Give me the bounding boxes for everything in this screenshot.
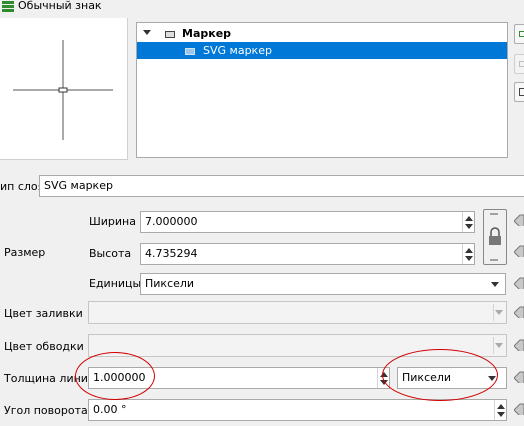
remove-icon bbox=[519, 61, 524, 67]
marker-preview-icon bbox=[13, 40, 113, 140]
symbol-layer-tree[interactable]: Маркер SVG маркер bbox=[136, 22, 508, 158]
lock-aspect-ratio-button[interactable] bbox=[483, 209, 507, 265]
width-label: Ширина bbox=[89, 215, 136, 228]
layer-type-label: ип слоя bbox=[0, 180, 45, 193]
width-spinbox[interactable]: 7.000000 bbox=[140, 211, 475, 233]
data-defined-override-icon[interactable] bbox=[513, 339, 524, 354]
tree-item-marker[interactable]: Маркер bbox=[137, 25, 507, 42]
window-titlebar: Обычный знак bbox=[0, 0, 524, 14]
width-value: 7.000000 bbox=[145, 215, 198, 228]
lock-layer-button[interactable] bbox=[514, 82, 524, 102]
chevron-down-icon bbox=[495, 343, 503, 348]
stroke-color-label: Цвет обводки bbox=[4, 340, 84, 353]
tree-item-label: Маркер bbox=[182, 27, 232, 40]
data-defined-override-icon[interactable] bbox=[513, 306, 524, 321]
fill-color-button[interactable] bbox=[88, 301, 507, 324]
annotation-ellipse bbox=[75, 352, 155, 400]
data-defined-override-icon[interactable] bbox=[513, 277, 524, 292]
marker-layer-icon bbox=[165, 31, 175, 38]
layer-type-value: SVG маркер bbox=[44, 179, 113, 192]
annotation-ellipse bbox=[382, 349, 498, 401]
units-value: Пиксели bbox=[145, 277, 195, 290]
height-label: Высота bbox=[89, 247, 132, 260]
lock-icon bbox=[519, 88, 524, 96]
tree-item-svg-marker[interactable]: SVG маркер bbox=[137, 42, 507, 59]
remove-layer-button[interactable] bbox=[514, 54, 524, 74]
symbol-preview bbox=[0, 18, 128, 160]
rotation-spinbox[interactable]: 0.00 ° bbox=[88, 399, 507, 421]
add-icon bbox=[519, 31, 524, 37]
fill-color-label: Цвет заливки bbox=[4, 307, 83, 320]
rotation-label: Угол поворота bbox=[4, 404, 88, 417]
chevron-down-icon bbox=[491, 282, 499, 287]
width-spin-buttons[interactable] bbox=[462, 212, 474, 232]
data-defined-override-icon[interactable] bbox=[513, 371, 524, 386]
window-title: Обычный знак bbox=[18, 0, 102, 12]
units-combobox[interactable]: Пиксели bbox=[140, 273, 506, 295]
data-defined-override-icon[interactable] bbox=[513, 245, 524, 260]
data-defined-override-icon[interactable] bbox=[513, 403, 524, 418]
add-layer-button[interactable] bbox=[514, 24, 524, 44]
size-group-label: Размер bbox=[4, 246, 46, 259]
svg-marker-layer-icon bbox=[185, 48, 195, 55]
height-value: 4.735294 bbox=[145, 247, 198, 260]
symbol-icon bbox=[2, 1, 14, 12]
rotation-spin-buttons[interactable] bbox=[494, 400, 506, 420]
rotation-value: 0.00 ° bbox=[93, 403, 127, 416]
units-label: Единицы bbox=[89, 277, 142, 290]
lock-icon bbox=[489, 213, 501, 261]
tree-item-label: SVG маркер bbox=[203, 44, 272, 57]
chevron-down-icon[interactable] bbox=[143, 30, 151, 35]
layer-type-combobox[interactable]: SVG маркер bbox=[39, 175, 524, 197]
chevron-down-icon bbox=[495, 310, 503, 315]
data-defined-override-icon[interactable] bbox=[513, 214, 524, 229]
height-spinbox[interactable]: 4.735294 bbox=[140, 243, 475, 265]
height-spin-buttons[interactable] bbox=[462, 244, 474, 264]
